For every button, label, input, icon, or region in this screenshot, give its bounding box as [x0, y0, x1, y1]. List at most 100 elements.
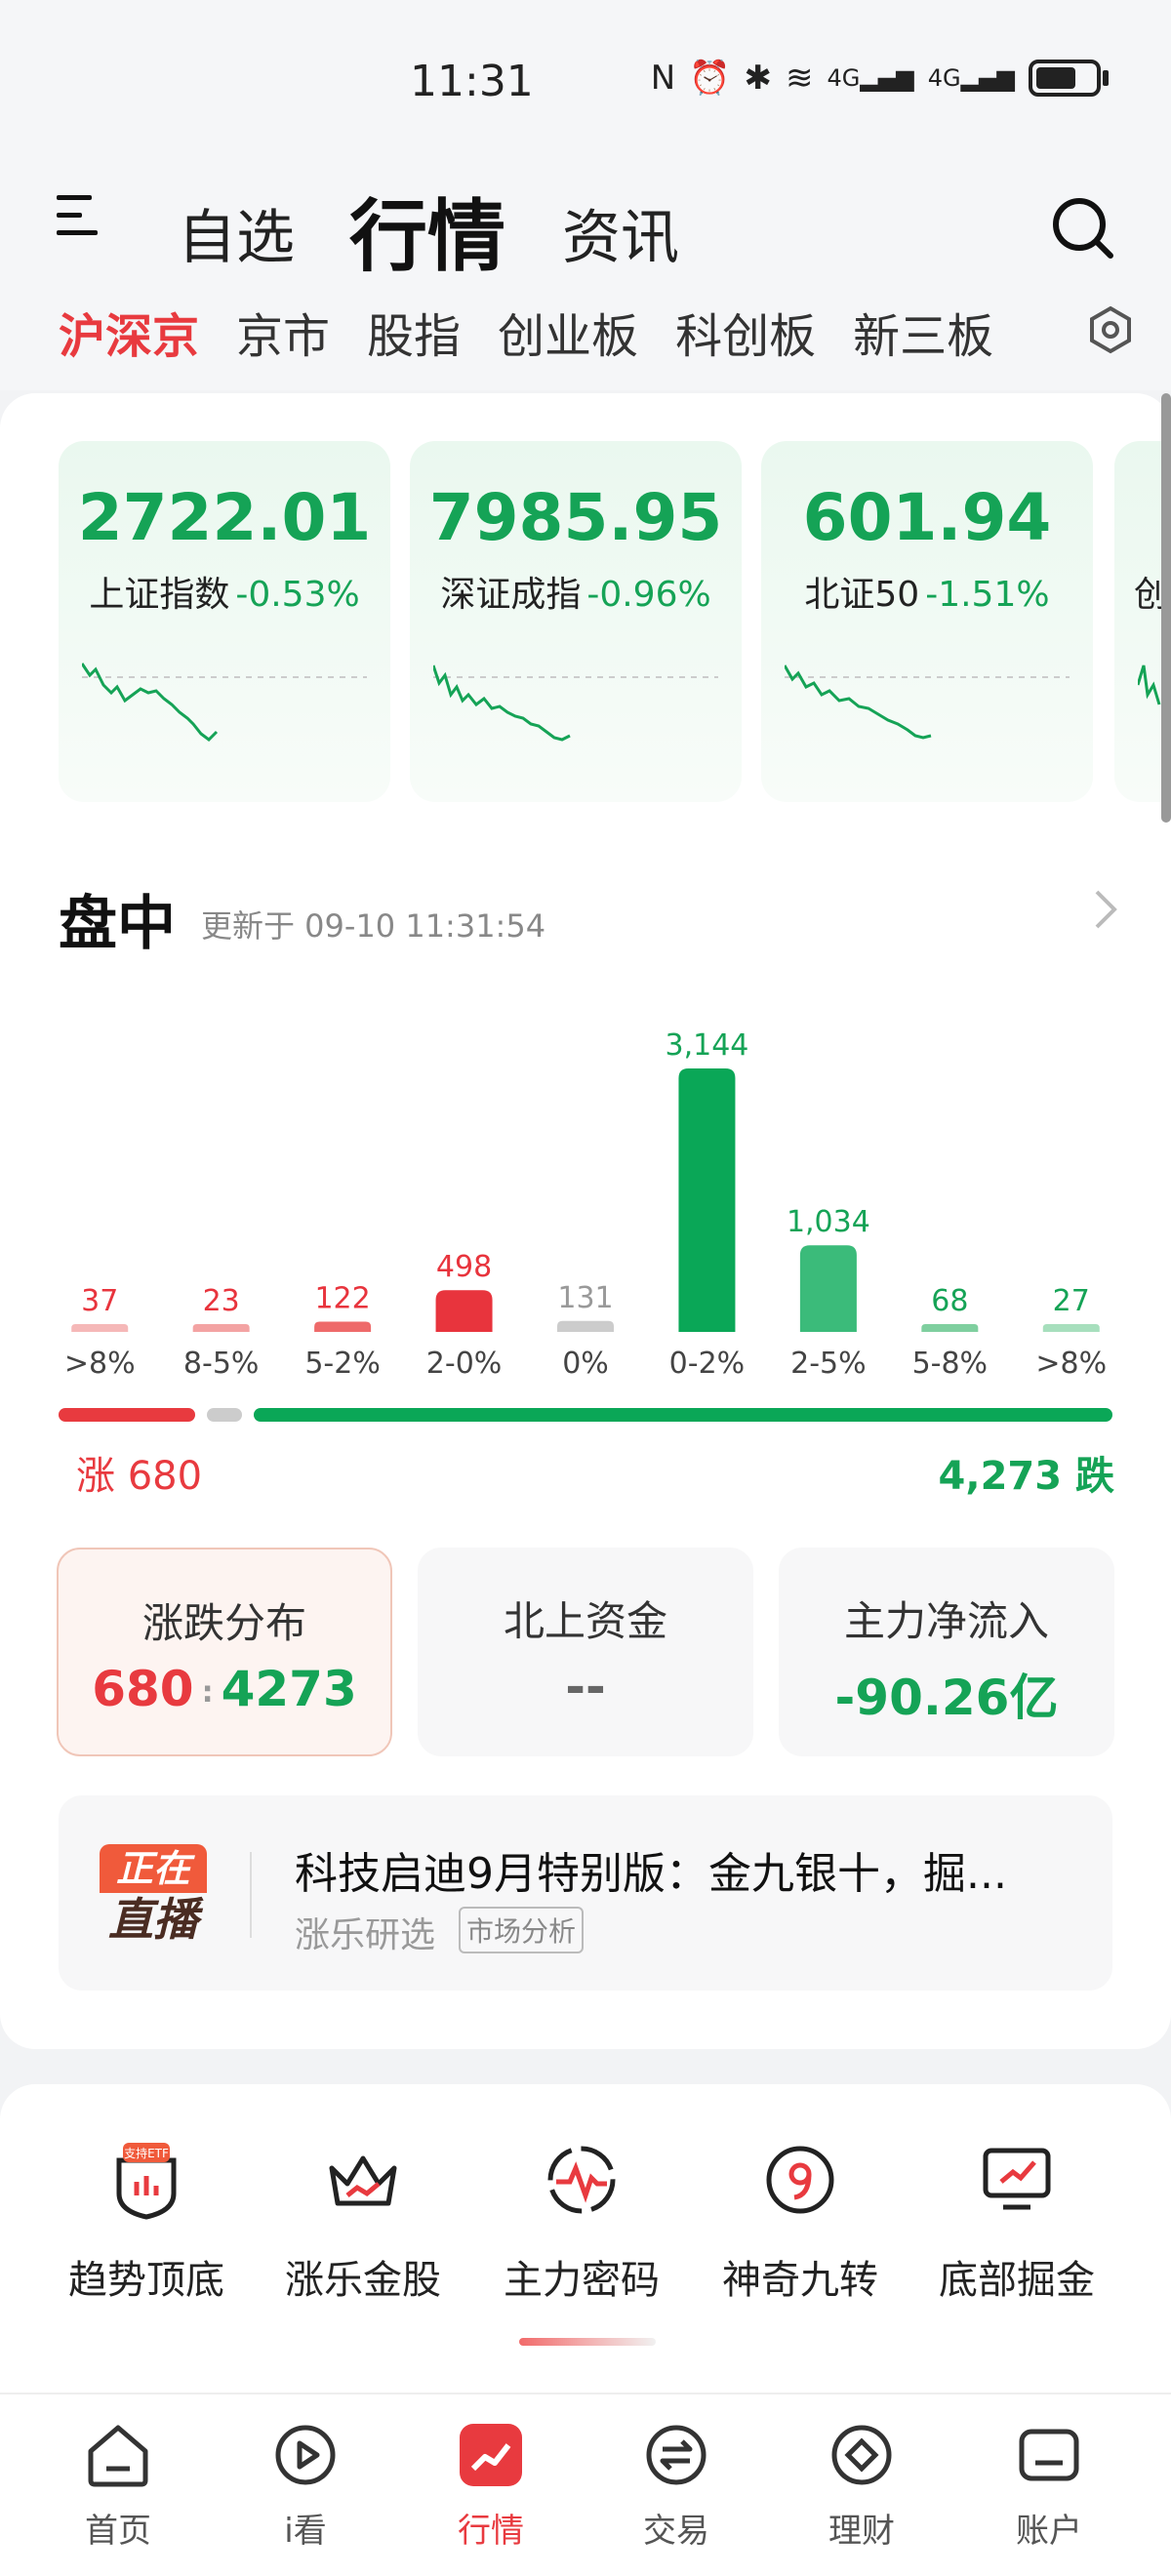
bar-value-label: 37	[81, 1284, 118, 1318]
index-card-sh[interactable]: 2722.01 上证指数 -0.53%	[59, 441, 390, 802]
tools-page-indicator	[519, 2338, 656, 2346]
distribution-bar	[314, 1321, 372, 1332]
distribution-bar	[799, 1245, 857, 1332]
subtab-kechuang[interactable]: 科创板	[675, 298, 816, 366]
live-badge-bottom: 直播	[108, 1893, 198, 1946]
update-time: 更新于 09-10 11:31:54	[201, 907, 546, 945]
battery-icon	[1029, 60, 1101, 97]
tool-bottom-gold[interactable]: 底部掘金	[909, 2139, 1124, 2305]
bar-value-label: 131	[557, 1281, 613, 1315]
bar-value-label: 498	[436, 1250, 492, 1284]
intraday-title: 盘中	[59, 890, 176, 958]
bar-category-label: 5-8%	[912, 1347, 989, 1381]
tab-watchlist[interactable]: 自选	[178, 190, 295, 275]
distribution-chart: 37 >8% 23 8-5% 122 5-2% 498 2-0% 131 0% 3,144 0-2% 1…	[64, 1028, 1107, 1381]
index-card-sz[interactable]: 7985.95 深证成指 -0.96%	[410, 441, 742, 802]
bar-value-label: 27	[1053, 1284, 1090, 1318]
distribution-bar	[557, 1320, 614, 1332]
nav-home[interactable]: 首页	[35, 2420, 201, 2552]
tool-label: 神奇九转	[722, 2258, 878, 2303]
live-tag: 市场分析	[459, 1907, 585, 1953]
live-divider	[250, 1852, 252, 1938]
stat-card-main-inflow[interactable]: 主力净流入 -90.26亿	[779, 1548, 1114, 1756]
chart-icon	[460, 2424, 522, 2486]
nav-market[interactable]: 行情	[408, 2420, 574, 2552]
nav-label: 交易	[643, 2512, 709, 2551]
market-subtabs: 沪深京 京市 股指 创业板 科创板 新三板	[59, 298, 993, 366]
stat-value: -90.26亿	[834, 1670, 1059, 1726]
nav-label: i看	[284, 2512, 327, 2551]
distribution-bar	[71, 1324, 129, 1332]
index-change: -0.96%	[586, 575, 711, 615]
search-icon[interactable]	[1050, 195, 1114, 260]
rise-count: 涨 680	[76, 1454, 203, 1499]
distribution-bar	[678, 1068, 736, 1332]
index-name: 上证指数	[89, 575, 230, 615]
index-change: -1.51%	[925, 575, 1050, 615]
tool-main-code[interactable]: 主力密码	[474, 2139, 689, 2305]
live-title: 科技启迪9月特别版：金九银十，掘...	[295, 1849, 1007, 1899]
nav-label: 账户	[1016, 2512, 1082, 2551]
index-value: 601.94	[802, 480, 1052, 555]
bar-value-label: 3,144	[665, 1028, 748, 1063]
subtab-chuangye[interactable]: 创业板	[498, 298, 638, 366]
live-source: 涨乐研选	[295, 1915, 436, 1955]
tab-news[interactable]: 资讯	[562, 190, 679, 275]
menu-icon[interactable]	[57, 195, 100, 244]
bar-category-label: 0%	[562, 1347, 609, 1381]
stat-card-northbound[interactable]: 北上资金 --	[418, 1548, 753, 1756]
monitor-icon	[983, 2148, 1051, 2210]
fall-count: 4,273 跌	[938, 1454, 1114, 1499]
tool-label: 趋势顶底	[68, 2258, 224, 2303]
index-sparkline	[785, 664, 1070, 740]
nav-label: 首页	[85, 2512, 151, 2551]
distribution-bar	[921, 1324, 979, 1332]
distribution-bar	[435, 1290, 493, 1332]
alarm-icon: ⏰	[689, 59, 731, 98]
status-icons: N ⏰ ✱ ≋ 4G▂▄▆ 4G▂▄▆	[651, 59, 1109, 98]
distribution-bar	[1042, 1324, 1100, 1332]
carousel-scrollbar[interactable]	[1161, 393, 1171, 823]
index-card-bz[interactable]: 601.94 北证50 -1.51%	[761, 441, 1093, 802]
subtab-hushenjing[interactable]: 沪深京	[59, 298, 199, 366]
settings-icon[interactable]	[1085, 304, 1136, 355]
bar-category-label: 2-0%	[426, 1347, 503, 1381]
tab-market[interactable]: 行情	[349, 174, 505, 287]
pulse-icon	[547, 2146, 616, 2214]
tool-nine-turn[interactable]: 神奇九转	[693, 2139, 908, 2305]
nav-wealth[interactable]: 理财	[779, 2420, 945, 2552]
live-badge: 正在 直播	[100, 1844, 207, 1946]
signal-1-icon: 4G▂▄▆	[827, 64, 914, 92]
live-stream-card[interactable]: 正在 直播 科技启迪9月特别版：金九银十，掘... 涨乐研选 市场分析	[59, 1795, 1112, 1991]
stat-down-count: 4273	[221, 1661, 357, 1717]
bar-value-label: 23	[203, 1284, 240, 1318]
play-icon	[275, 2425, 336, 2485]
shield-etf-icon: 支持ETF	[116, 2143, 177, 2220]
chevron-right-icon[interactable]	[1091, 888, 1120, 931]
subtab-xinsanban[interactable]: 新三板	[853, 298, 993, 366]
bluetooth-icon: ✱	[744, 59, 773, 98]
fall-ratio-bar	[254, 1408, 1112, 1422]
stat-card-distribution[interactable]: 涨跌分布 680:4273	[57, 1548, 392, 1756]
bar-value-label: 122	[314, 1282, 370, 1316]
nav-account[interactable]: 账户	[966, 2420, 1132, 2552]
tool-golden-stock[interactable]: 涨乐金股	[256, 2139, 470, 2305]
subtab-jingshi[interactable]: 京市	[236, 298, 330, 366]
tool-badge: 支持ETF	[124, 2146, 169, 2160]
rise-ratio-bar	[59, 1408, 196, 1422]
subtab-guzhi[interactable]: 股指	[367, 298, 461, 366]
diamond-icon	[831, 2425, 892, 2485]
tool-trend[interactable]: 支持ETF 趋势顶底	[39, 2139, 254, 2305]
stat-up-count: 680	[92, 1661, 194, 1717]
exchange-icon	[646, 2425, 707, 2485]
live-badge-top: 正在	[100, 1844, 207, 1893]
index-value: 2722.01	[77, 480, 372, 555]
stat-title: 涨跌分布	[141, 1599, 306, 1647]
nav-watch[interactable]: i看	[222, 2420, 388, 2552]
bar-category-label: 2-5%	[790, 1347, 867, 1381]
nav-trade[interactable]: 交易	[593, 2420, 759, 2552]
stat-value: --	[565, 1659, 606, 1715]
index-name: 深证成指	[440, 575, 582, 615]
tool-label: 主力密码	[504, 2258, 660, 2303]
tool-label: 涨乐金股	[285, 2258, 441, 2303]
